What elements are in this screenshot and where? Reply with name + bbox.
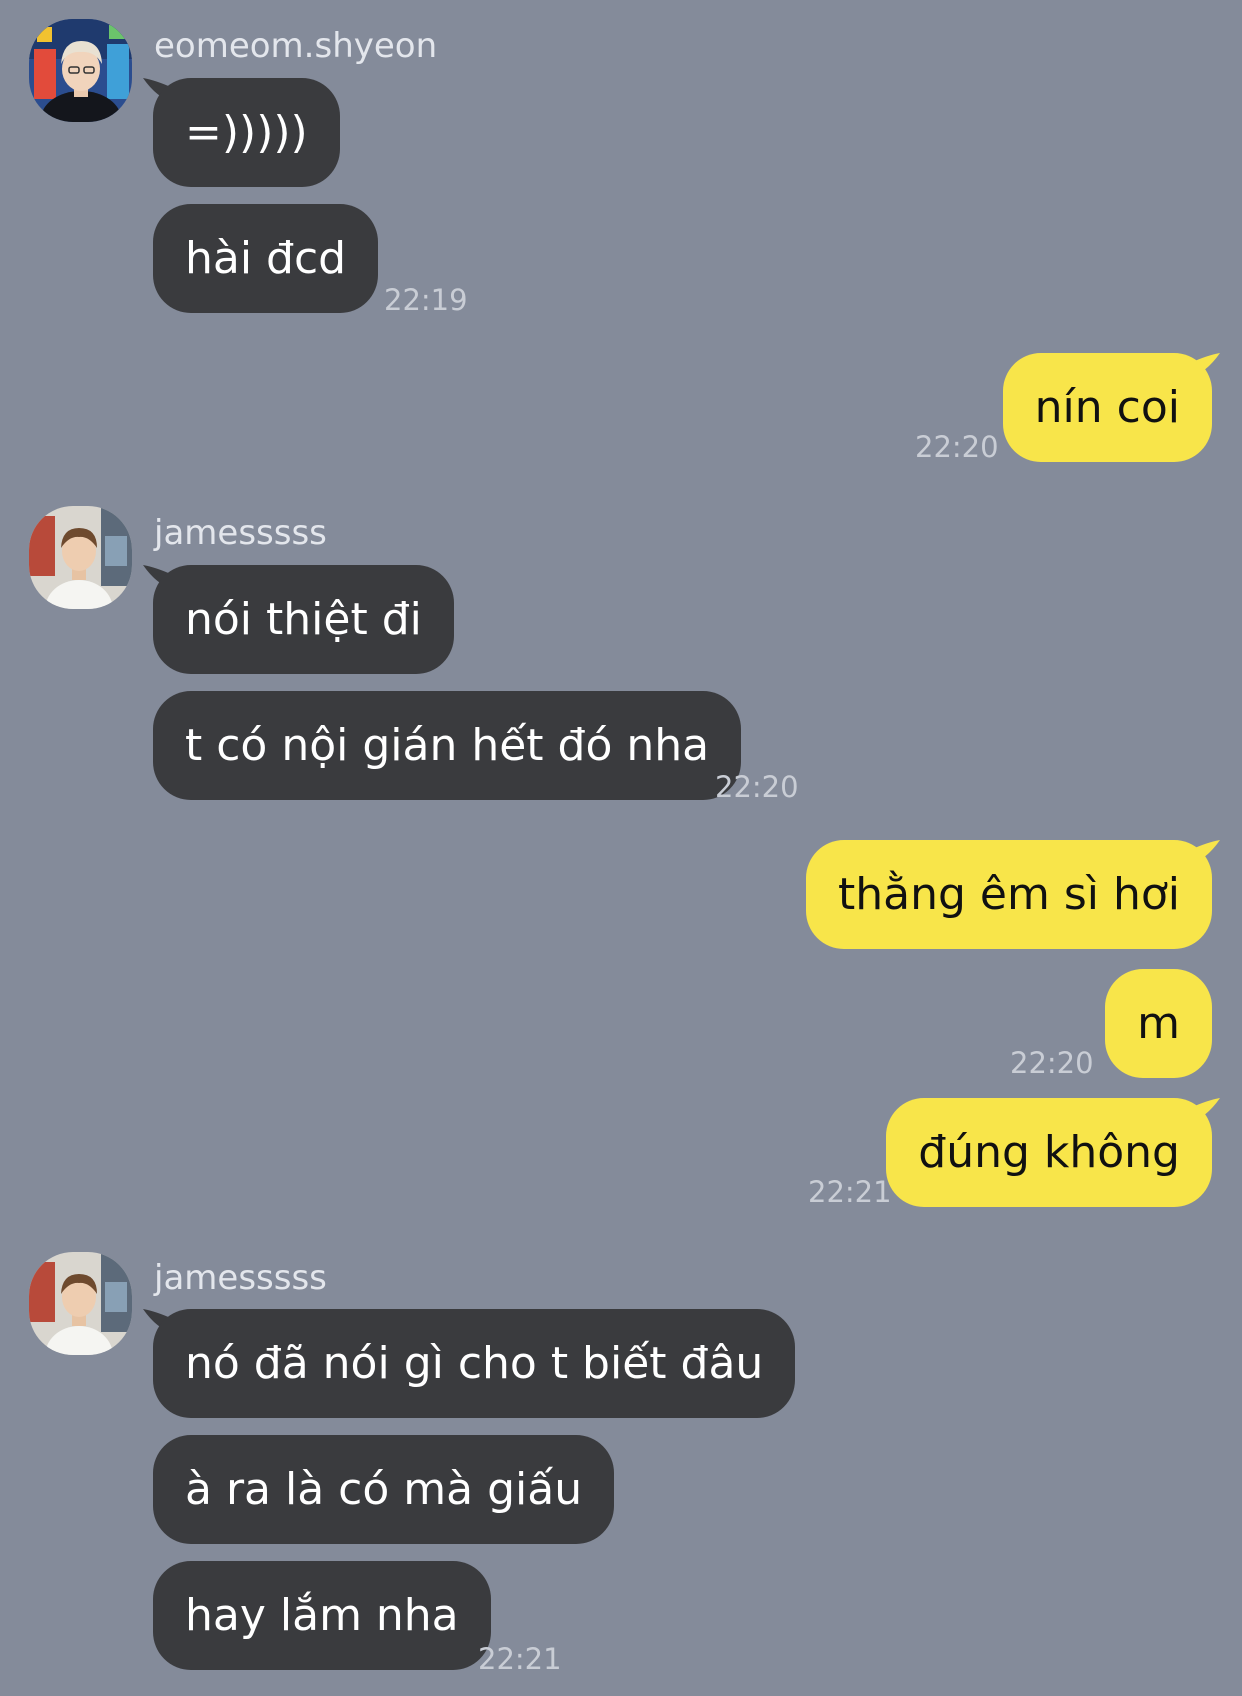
- outgoing-message[interactable]: đúng không: [886, 1098, 1212, 1207]
- message-timestamp: 22:20: [715, 770, 799, 804]
- incoming-message[interactable]: t có nội gián hết đó nha: [153, 691, 742, 800]
- incoming-message[interactable]: hài đcd: [153, 204, 379, 313]
- outgoing-message[interactable]: m: [1105, 969, 1212, 1078]
- sender-name: jamesssss: [154, 1258, 327, 1298]
- incoming-message[interactable]: à ra là có mà giấu: [153, 1435, 615, 1544]
- message-timestamp: 22:21: [478, 1642, 562, 1676]
- message-timestamp: 22:19: [384, 283, 468, 317]
- message-timestamp: 22:21: [808, 1175, 892, 1209]
- outgoing-message[interactable]: thằng êm sì hơi: [806, 840, 1212, 949]
- sender-name: eomeom.shyeon: [154, 26, 438, 66]
- profile-photo-icon: [29, 1252, 132, 1355]
- outgoing-message[interactable]: nín coi: [1002, 353, 1212, 462]
- message-timestamp: 22:20: [1010, 1046, 1094, 1080]
- avatar-jamesssss[interactable]: [29, 506, 132, 609]
- incoming-message[interactable]: hay lắm nha: [153, 1561, 491, 1670]
- incoming-message[interactable]: nói thiệt đi: [153, 565, 454, 674]
- sender-name: jamesssss: [154, 513, 327, 553]
- profile-photo-icon: [29, 506, 132, 609]
- incoming-message[interactable]: nó đã nói gì cho t biết đâu: [153, 1309, 796, 1418]
- avatar-eomeom-shyeon[interactable]: [29, 19, 132, 122]
- incoming-message[interactable]: =))))): [153, 78, 340, 187]
- avatar-jamesssss[interactable]: [29, 1252, 132, 1355]
- message-timestamp: 22:20: [915, 430, 999, 464]
- profile-photo-icon: [29, 19, 132, 122]
